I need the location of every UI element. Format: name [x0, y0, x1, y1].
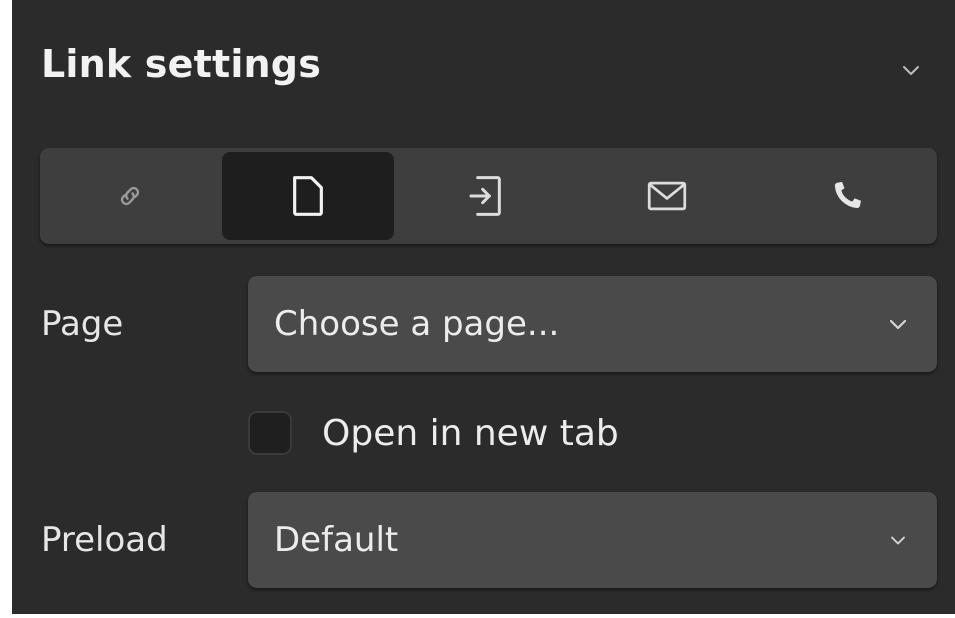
- phone-icon: [834, 181, 861, 209]
- preload-field-row: Preload Default: [12, 492, 955, 588]
- page-icon: [293, 176, 324, 216]
- chevron-down-icon: [889, 319, 907, 330]
- preload-select[interactable]: Default: [248, 492, 937, 588]
- chevron-down-icon: [891, 536, 905, 545]
- chevron-down-icon: [903, 66, 919, 75]
- page-select[interactable]: Choose a page...: [248, 276, 937, 372]
- link-type-email-tab[interactable]: [577, 152, 757, 240]
- open-in-new-tab-label[interactable]: Open in new tab: [322, 413, 619, 454]
- panel-title: Link settings: [41, 42, 322, 86]
- link-icon: [121, 186, 140, 206]
- preload-field-label: Preload: [41, 520, 168, 560]
- page-field-row: Page Choose a page...: [12, 276, 955, 372]
- link-type-phone-tab[interactable]: [757, 152, 937, 240]
- envelope-icon: [647, 181, 686, 211]
- page-field-label: Page: [41, 304, 124, 344]
- page-select-value: Choose a page...: [274, 304, 560, 344]
- link-type-url-tab[interactable]: [40, 152, 220, 240]
- link-type-section-tab[interactable]: [396, 152, 576, 240]
- collapse-button[interactable]: [897, 56, 925, 84]
- link-settings-panel: Link settings Page Choose a page... Open…: [12, 0, 955, 614]
- preload-select-value: Default: [274, 520, 399, 560]
- open-in-new-tab-checkbox[interactable]: [248, 411, 292, 455]
- new-tab-option: Open in new tab: [248, 408, 619, 458]
- link-type-selector: [40, 148, 937, 244]
- arrow-into-page-icon: [469, 176, 502, 216]
- panel-header: Link settings: [12, 0, 955, 140]
- link-type-page-tab[interactable]: [222, 152, 395, 240]
